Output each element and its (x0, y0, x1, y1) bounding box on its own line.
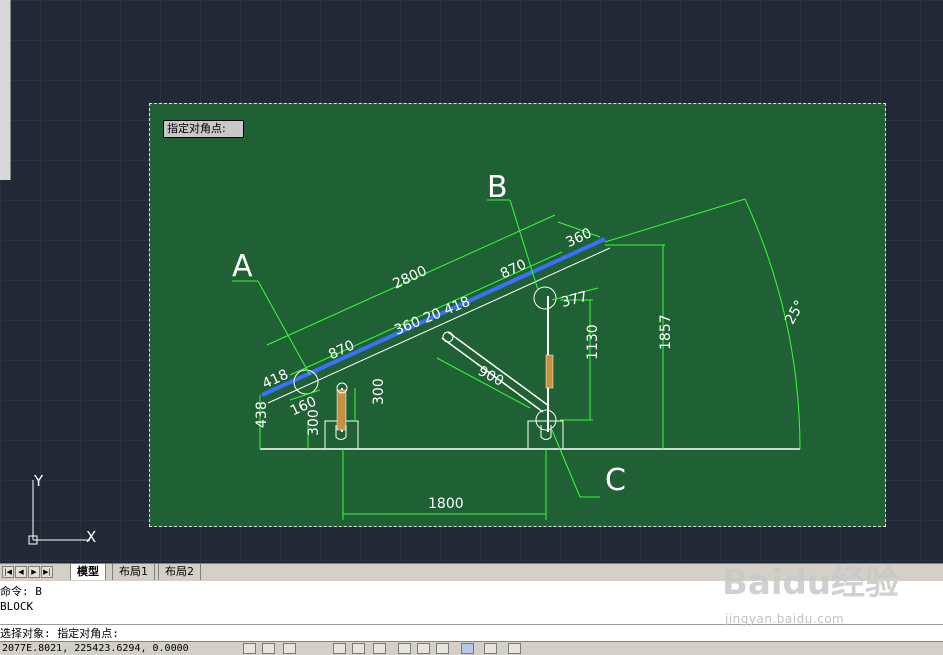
joint-brace (442, 331, 454, 343)
solar-mount-drawing: A B C 2800 360 870 377 1857 1130 360 20 … (232, 170, 808, 520)
dim-300-left: 300 (306, 409, 322, 436)
ucs-x-label: X (86, 528, 96, 546)
command-window[interactable]: 命令: B BLOCK 选择对象: 指定对角点: (0, 581, 943, 641)
tab-layout1[interactable]: 布局1 (112, 564, 155, 580)
watermark-url: jingyan.baidu.com (725, 612, 845, 626)
dim-1130: 1130 (585, 324, 601, 360)
model-toggle-icon[interactable] (461, 643, 474, 654)
tab-nav-prev-button[interactable]: ◀ (15, 566, 27, 578)
right-anchor (540, 425, 552, 440)
diagonal-brace-2 (447, 331, 550, 407)
dim-377: 377 (559, 289, 589, 311)
tab-nav-first-button[interactable]: |◀ (2, 566, 14, 578)
coordinate-readout: 2077E.8021, 225423.6294, 0.0000 (2, 643, 189, 654)
rear-post-bracket (545, 354, 554, 389)
dyn-toggle-icon[interactable] (417, 643, 430, 654)
dim-1800: 1800 (428, 496, 464, 512)
dim-1857: 1857 (658, 314, 674, 350)
lwt-toggle-icon[interactable] (436, 643, 449, 654)
label-a: A (232, 249, 253, 284)
ucs-icon: Y X (28, 472, 96, 546)
polar-toggle-icon[interactable] (333, 643, 346, 654)
dim-438: 438 (254, 401, 270, 428)
quickview-icon[interactable] (484, 643, 497, 654)
ucs-y-label: Y (33, 472, 44, 490)
layout-tab-bar: |◀ ◀ ▶ ▶| 模型 布局1 布局2 (0, 563, 943, 581)
ortho-toggle-icon[interactable] (283, 643, 296, 654)
command-history-line-1: 命令: B (0, 585, 42, 598)
grid-toggle-icon[interactable] (262, 643, 275, 654)
label-b: B (487, 170, 508, 205)
joint-b (533, 286, 557, 310)
tab-nav-next-button[interactable]: ▶ (28, 566, 40, 578)
dim-300-mid: 300 (371, 378, 387, 405)
ducs-toggle-icon[interactable] (398, 643, 411, 654)
model-space-canvas[interactable]: 指定对角点: A B C 2800 360 870 377 1857 1130 … (0, 0, 943, 565)
dim-2800: 2800 (390, 263, 429, 293)
tab-layout2[interactable]: 布局2 (158, 564, 201, 580)
tab-nav-last-button[interactable]: ▶| (41, 566, 53, 578)
annotation-icon[interactable] (508, 643, 521, 654)
dim-900: 900 (475, 363, 506, 390)
tab-model[interactable]: 模型 (70, 564, 106, 580)
command-history-line-2: BLOCK (0, 600, 34, 613)
rail-edge (267, 247, 611, 404)
status-bar: 2077E.8021, 225423.6294, 0.0000 (0, 641, 943, 655)
command-input-line[interactable]: 选择对象: 指定对角点: (0, 626, 119, 641)
otrack-toggle-icon[interactable] (373, 643, 386, 654)
label-c: C (605, 463, 626, 498)
front-post-bracket (336, 389, 347, 431)
snap-toggle-icon[interactable] (243, 643, 256, 654)
osnap-toggle-icon[interactable] (352, 643, 365, 654)
joint-c (535, 409, 557, 431)
